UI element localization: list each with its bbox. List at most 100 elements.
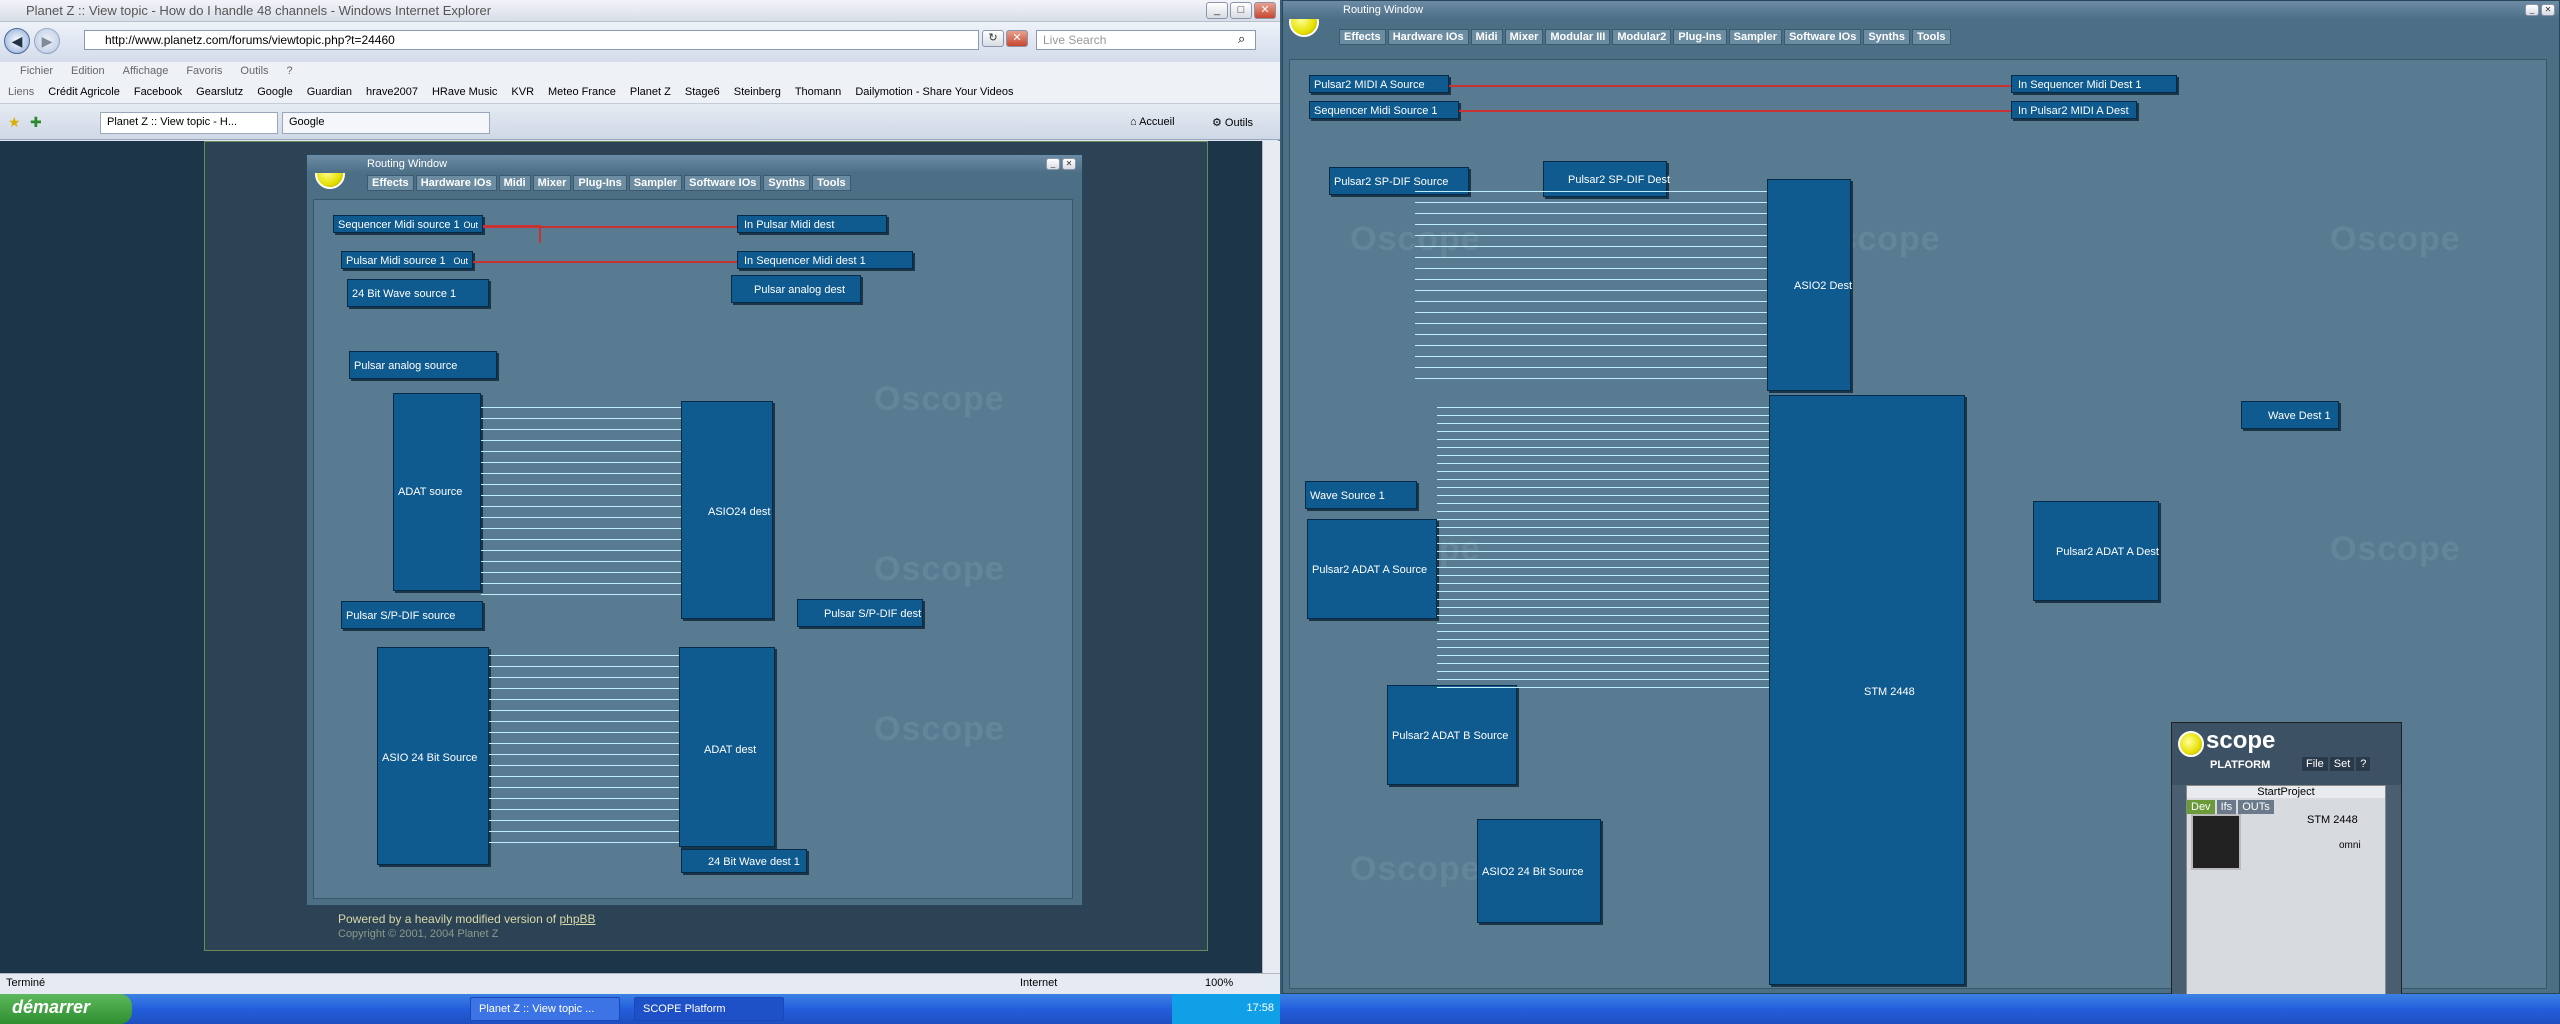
module-asio2-dest[interactable]: ASIO2 Dest (1767, 179, 1852, 391)
module-stm-2448[interactable]: STM 2448 (1769, 395, 1965, 985)
fav-link[interactable]: hrave2007 (366, 86, 418, 99)
fav-link[interactable]: Meteo France (548, 86, 616, 99)
menu-edition[interactable]: Edition (71, 65, 105, 79)
back-button[interactable]: ◀ (4, 28, 30, 54)
module-in-seq-midi[interactable]: In Sequencer Midi dest 1 (737, 251, 913, 269)
menu-midi[interactable]: Midi (1470, 29, 1503, 45)
forward-button[interactable]: ▶ (34, 28, 60, 54)
menu-set[interactable]: Set (2329, 757, 2355, 771)
module-pulsar-midi-src[interactable]: Pulsar Midi source 1 Out (341, 251, 473, 269)
task-ie[interactable]: Planet Z :: View topic ... (470, 997, 620, 1021)
fav-link[interactable]: Dailymotion - Share Your Videos (855, 86, 1013, 99)
fav-link[interactable]: KVR (511, 86, 534, 99)
tab-outs[interactable]: OUTs (2238, 800, 2274, 814)
home-button[interactable]: ⌂ Accueil (1130, 116, 1175, 128)
menu-sampler[interactable]: Sampler (628, 175, 683, 191)
fav-link[interactable]: Planet Z (630, 86, 671, 99)
search-input[interactable]: Live Search (1036, 30, 1256, 50)
menu-favoris[interactable]: Favoris (186, 65, 222, 79)
fav-link[interactable]: Facebook (134, 86, 182, 99)
fav-link[interactable]: Crédit Agricole (48, 86, 120, 99)
module-in-pulsar-midi[interactable]: In Pulsar Midi dest (737, 215, 887, 233)
stop-button[interactable]: ✕ (1006, 30, 1028, 47)
module-midi-a-src[interactable]: Pulsar2 MIDI A Source (1309, 75, 1449, 93)
module-asio24-src[interactable]: ASIO 24 Bit Source (377, 647, 489, 865)
module-adat-a-src[interactable]: Pulsar2 ADAT A Source (1307, 519, 1437, 619)
module-seq-midi-src[interactable]: Sequencer Midi source 1 Out (333, 215, 483, 233)
fav-link[interactable]: Gearslutz (196, 86, 243, 99)
fav-link[interactable]: HRave Music (432, 86, 497, 99)
menu-synths[interactable]: Synths (763, 175, 811, 191)
refresh-button[interactable]: ↻ (982, 30, 1004, 47)
add-favorites-icon[interactable]: ✚ (30, 114, 42, 131)
module-adat-b-src[interactable]: Pulsar2 ADAT B Source (1387, 685, 1517, 785)
menu-sampler[interactable]: Sampler (1728, 29, 1783, 45)
menu-plugins[interactable]: Plug-Ins (573, 175, 627, 191)
menu-synths[interactable]: Synths (1863, 29, 1911, 45)
module-spdif-src[interactable]: Pulsar S/P-DIF source (341, 601, 483, 629)
menu-hardware-ios[interactable]: Hardware IOs (1387, 29, 1469, 45)
module-in-seq-midi[interactable]: In Sequencer Midi Dest 1 (2011, 75, 2177, 93)
menu-affichage[interactable]: Affichage (123, 65, 169, 79)
tab-planetz[interactable]: Planet Z :: View topic - H... (100, 112, 278, 134)
fav-link[interactable]: Thomann (795, 86, 841, 99)
module-wave-dest[interactable]: Wave Dest 1 (2241, 401, 2339, 429)
module-analog-src[interactable]: Pulsar analog source (349, 351, 497, 379)
close-button[interactable]: ✕ (1254, 2, 1276, 19)
menu-outils[interactable]: Outils (240, 65, 268, 79)
module-wave-dest[interactable]: 24 Bit Wave dest 1 (681, 849, 807, 873)
menu-midi[interactable]: Midi (498, 175, 531, 191)
menu-modular2[interactable]: Modular2 (1612, 29, 1672, 45)
start-button[interactable]: démarrer (0, 994, 132, 1024)
module-asio24-dest[interactable]: ASIO24 dest (681, 401, 773, 619)
module-adat-src[interactable]: ADAT source (393, 393, 481, 591)
tab-google[interactable]: Google (282, 112, 490, 134)
menu-tools[interactable]: Tools (1912, 29, 1951, 45)
menu-help[interactable]: ? (2356, 757, 2371, 771)
menu-effects[interactable]: Effects (367, 175, 414, 191)
close-button[interactable]: ✕ (2541, 4, 2555, 16)
module-in-midi-a[interactable]: In Pulsar2 MIDI A Dest (2011, 101, 2137, 119)
menu-software-ios[interactable]: Software IOs (1784, 29, 1862, 45)
module-seq-src[interactable]: Sequencer Midi Source 1 (1309, 101, 1459, 119)
device-thumbnail[interactable] (2191, 814, 2241, 870)
menu-tools[interactable]: Tools (812, 175, 851, 191)
ie-scrollbar[interactable] (1262, 141, 1280, 973)
search-icon[interactable]: ⌕ (1238, 31, 1245, 47)
menu-file[interactable]: File (2302, 757, 2328, 771)
fav-link[interactable]: Google (257, 86, 292, 99)
module-adat-dest[interactable]: ADAT dest (679, 647, 775, 847)
phpbb-link[interactable]: phpBB (559, 912, 595, 926)
minimize-button[interactable]: _ (1046, 158, 1060, 170)
menu-effects[interactable]: Effects (1339, 29, 1386, 45)
module-wave-src[interactable]: Wave Source 1 (1305, 481, 1417, 509)
module-analog-dest[interactable]: Pulsar analog dest (731, 275, 861, 303)
menu-software-ios[interactable]: Software IOs (684, 175, 762, 191)
module-adat-a-dest[interactable]: Pulsar2 ADAT A Dest (2033, 501, 2159, 601)
tab-dev[interactable]: Dev (2187, 800, 2215, 814)
module-asio2-src[interactable]: ASIO2 24 Bit Source (1477, 819, 1601, 923)
menu-hardware-ios[interactable]: Hardware IOs (415, 175, 497, 191)
close-button[interactable]: ✕ (1062, 158, 1076, 170)
menu-plugins[interactable]: Plug-Ins (1673, 29, 1727, 45)
minimize-button[interactable]: _ (1206, 2, 1228, 19)
menu-help[interactable]: ? (287, 65, 293, 79)
favorites-star-icon[interactable]: ★ (8, 114, 21, 131)
menu-mixer[interactable]: Mixer (1504, 29, 1544, 45)
fav-link[interactable]: Guardian (307, 86, 352, 99)
wire (1415, 224, 1767, 225)
minimize-button[interactable]: _ (2525, 4, 2539, 16)
menu-modular-iii[interactable]: Modular III (1545, 29, 1611, 45)
fav-link[interactable]: Steinberg (734, 86, 781, 99)
module-spdif-dest[interactable]: Pulsar S/P-DIF dest (797, 599, 923, 627)
address-bar[interactable]: http://www.planetz.com/forums/viewtopic.… (84, 30, 979, 50)
menu-fichier[interactable]: Fichier (20, 65, 53, 79)
tab-ifs[interactable]: Ifs (2216, 800, 2237, 814)
tools-button[interactable]: ⚙ Outils (1212, 116, 1253, 129)
module-wave-src[interactable]: 24 Bit Wave source 1 (347, 279, 489, 307)
fav-link[interactable]: Stage6 (685, 86, 720, 99)
menu-mixer[interactable]: Mixer (532, 175, 572, 191)
task-scope[interactable]: SCOPE Platform (634, 997, 784, 1021)
maximize-button[interactable]: □ (1230, 2, 1252, 19)
zoom-indicator[interactable]: 100% (1205, 977, 1233, 989)
